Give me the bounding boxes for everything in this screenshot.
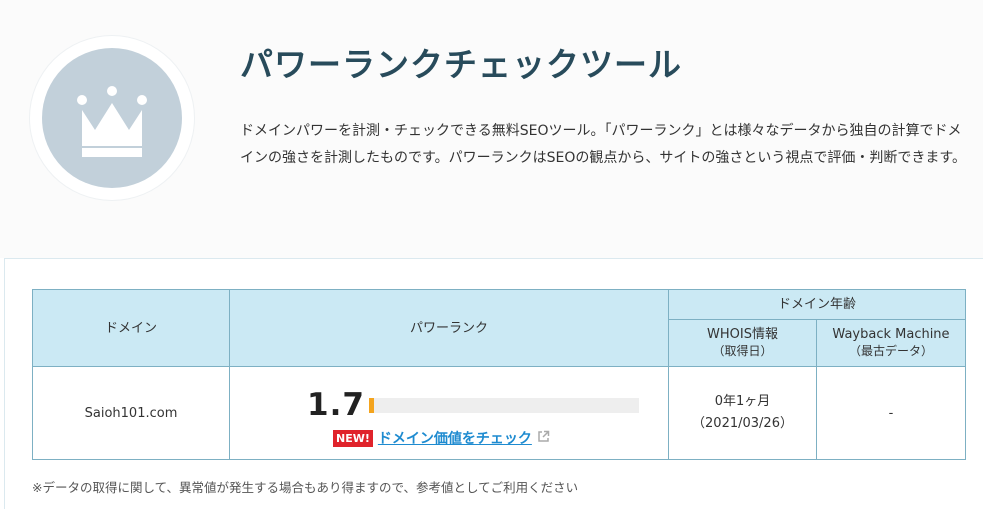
wayback-cell: -	[816, 366, 966, 460]
domain-value-check: NEW! ドメイン価値をチェック	[333, 428, 550, 448]
header-wayback: Wayback Machine （最古データ）	[816, 319, 966, 367]
crown-icon	[77, 86, 147, 157]
whois-date: （2021/03/26）	[692, 416, 793, 431]
header-domain-age: ドメイン年齢	[668, 288, 966, 321]
header-whois-label: WHOIS情報	[707, 327, 778, 343]
header-whois: WHOIS情報 （取得日）	[668, 319, 817, 367]
page-description: ドメインパワーを計測・チェックできる無料SEOツール。「パワーランク」とは様々な…	[240, 123, 966, 166]
domain-value-check-link[interactable]: ドメイン価値をチェック	[378, 428, 532, 448]
header-power-rank: パワーランク	[229, 289, 669, 367]
power-rank-cell: 1.7 NEW! ドメイン価値をチェック	[229, 366, 669, 460]
domain-cell: Saioh101.com	[32, 366, 230, 460]
whois-age: 0年1ヶ月	[714, 394, 771, 409]
power-rank-bar	[369, 398, 639, 413]
header-wayback-label: Wayback Machine	[832, 327, 950, 343]
crown-circle	[42, 48, 182, 188]
power-rank-bar-fill	[369, 398, 374, 413]
whois-cell: 0年1ヶ月 （2021/03/26）	[668, 366, 817, 460]
header-whois-sub: （取得日）	[712, 344, 773, 359]
header-wayback-sub: （最古データ）	[848, 344, 933, 359]
external-link-icon[interactable]	[537, 430, 550, 447]
power-rank-table: ドメイン パワーランク ドメイン年齢 WHOIS情報 （取得日） Wayback…	[32, 288, 966, 460]
crown-badge	[30, 36, 194, 200]
new-badge: NEW!	[333, 429, 373, 447]
power-rank-score: 1.7	[307, 387, 365, 423]
table-row: Saioh101.com 1.7 NEW! ドメイン価値をチェック 0年1ヶ月 …	[32, 366, 966, 460]
page-title: パワーランクチェックツール	[240, 45, 682, 84]
header-domain: ドメイン	[32, 289, 230, 367]
disclaimer-note: ※データの取得に関して、異常値が発生する場合もあり得ますので、参考値としてご利用…	[32, 480, 579, 495]
